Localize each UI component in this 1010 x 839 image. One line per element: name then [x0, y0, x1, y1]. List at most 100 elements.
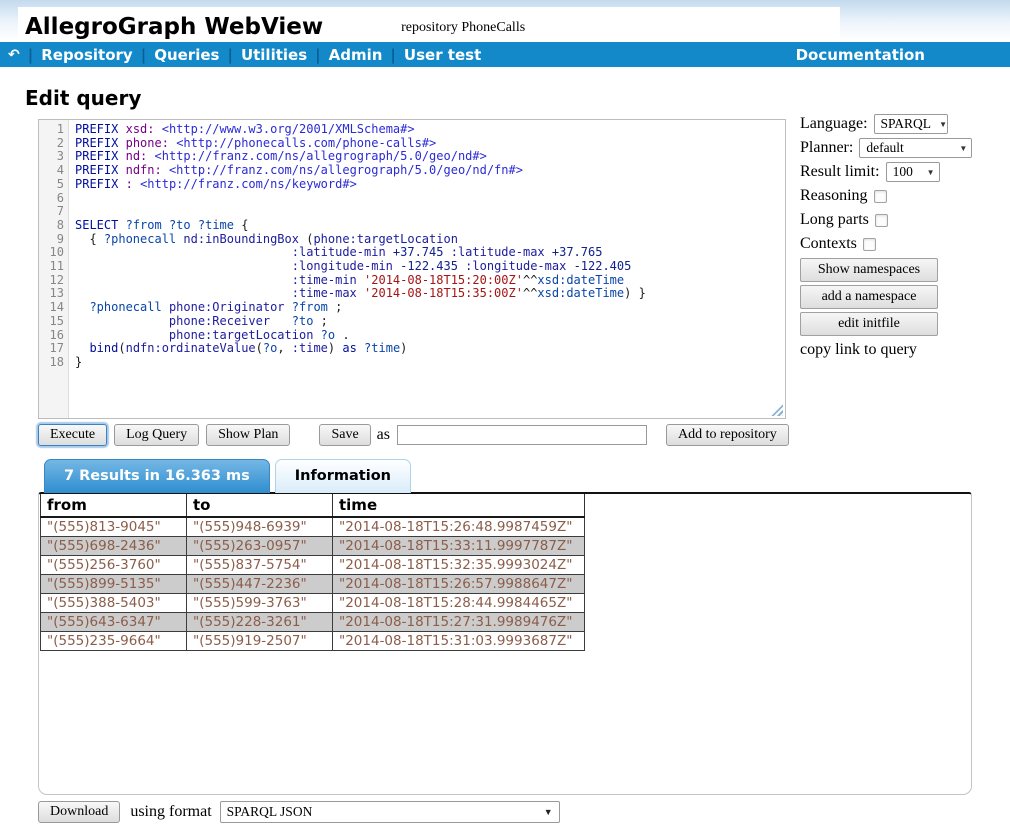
log-query-button[interactable]: Log Query [114, 424, 199, 446]
download-button[interactable]: Download [38, 801, 120, 823]
editor-code[interactable]: PREFIX xsd: <http://www.w3.org/2001/XMLS… [69, 120, 785, 418]
table-cell: "(555)899-5135" [41, 575, 187, 594]
line-number: 13 [39, 287, 64, 301]
table-cell: "(555)256-3760" [41, 556, 187, 575]
nav-separator: | [219, 46, 240, 64]
table-cell: "2014-08-18T15:33:11.9997787Z" [333, 537, 585, 556]
chevron-down-icon: ▼ [927, 168, 935, 177]
code-line: bind(ndfn:ordinateValue(?o, :time) as ?t… [75, 342, 785, 356]
add-to-repository-button[interactable]: Add to repository [666, 424, 789, 446]
using-format-label: using format [130, 803, 211, 821]
page-title: Edit query [25, 86, 1010, 110]
add-namespace-button[interactable]: add a namespace [800, 285, 938, 309]
execute-button[interactable]: Execute [38, 424, 107, 446]
app-header: AllegroGraph WebView repository PhoneCal… [0, 0, 1010, 42]
contexts-checkbox[interactable] [863, 238, 876, 251]
line-number: 7 [39, 205, 64, 219]
table-row: "(555)698-2436""(555)263-0957""2014-08-1… [41, 537, 585, 556]
save-name-input[interactable] [397, 425, 647, 445]
nav-items: |Repository|Queries|Utilities|Admin|User… [20, 46, 482, 64]
tab-results[interactable]: 7 Results in 16.363 ms [44, 459, 270, 493]
line-number: 10 [39, 246, 64, 260]
table-cell: "(555)388-5403" [41, 594, 187, 613]
nav-separator: | [382, 46, 403, 64]
contexts-label: Contexts [800, 235, 857, 253]
nav-item-user-test[interactable]: User test [404, 46, 481, 64]
table-cell: "2014-08-18T15:31:03.9993687Z" [333, 632, 585, 651]
long-parts-label: Long parts [800, 211, 869, 229]
title-strip: AllegroGraph WebView repository PhoneCal… [18, 7, 840, 42]
line-number: 11 [39, 260, 64, 274]
table-row: "(555)256-3760""(555)837-5754""2014-08-1… [41, 556, 585, 575]
result-limit-select[interactable]: 100 ▼ [886, 162, 940, 182]
table-cell: "2014-08-18T15:28:44.9984465Z" [333, 594, 585, 613]
table-cell: "2014-08-18T15:32:35.9993024Z" [333, 556, 585, 575]
table-cell: "(555)447-2236" [187, 575, 333, 594]
table-cell: "(555)235-9664" [41, 632, 187, 651]
code-line: { ?phonecall nd:inBoundingBox (phone:tar… [75, 233, 785, 247]
chevron-down-icon: ▼ [939, 120, 947, 129]
code-line: PREFIX ndfn: <http://franz.com/ns/allegr… [75, 164, 785, 178]
table-row: "(555)813-9045""(555)948-6939""2014-08-1… [41, 517, 585, 537]
code-line: :latitude-min +37.745 :latitude-max +37.… [75, 246, 785, 260]
line-number: 15 [39, 315, 64, 329]
reasoning-checkbox[interactable] [874, 190, 887, 203]
table-cell: "(555)599-3763" [187, 594, 333, 613]
code-line: PREFIX : <http://franz.com/ns/keyword#> [75, 178, 785, 192]
nav-item-queries[interactable]: Queries [154, 46, 219, 64]
line-number: 2 [39, 137, 64, 151]
tab-information[interactable]: Information [275, 459, 411, 493]
query-actions: Execute Log Query Show Plan Save as Add … [38, 424, 1010, 446]
table-cell: "(555)263-0957" [187, 537, 333, 556]
query-editor[interactable]: 123456789101112131415161718 PREFIX xsd: … [38, 119, 786, 419]
line-number: 3 [39, 150, 64, 164]
line-number: 18 [39, 356, 64, 370]
editor-line-numbers: 123456789101112131415161718 [39, 120, 69, 418]
table-row: "(555)235-9664""(555)919-2507""2014-08-1… [41, 632, 585, 651]
code-line [75, 205, 785, 219]
show-plan-button[interactable]: Show Plan [206, 424, 290, 446]
code-line: PREFIX xsd: <http://www.w3.org/2001/XMLS… [75, 123, 785, 137]
copy-link-to-query[interactable]: copy link to query [800, 341, 975, 359]
nav-item-admin[interactable]: Admin [329, 46, 383, 64]
format-select[interactable]: SPARQL JSON ▼ [220, 801, 560, 823]
table-cell: "2014-08-18T15:26:48.9987459Z" [333, 517, 585, 537]
code-line: :time-min '2014-08-18T15:20:00Z'^^xsd:da… [75, 274, 785, 288]
code-line: ?phonecall phone:Originator ?from ; [75, 301, 785, 315]
table-row: "(555)643-6347""(555)228-3261""2014-08-1… [41, 613, 585, 632]
results-panel: fromtotime "(555)813-9045""(555)948-6939… [38, 492, 972, 795]
edit-initfile-button[interactable]: edit initfile [800, 312, 938, 336]
code-line: phone:targetLocation ?o . [75, 329, 785, 343]
table-cell: "2014-08-18T15:26:57.9988647Z" [333, 575, 585, 594]
table-cell: "(555)228-3261" [187, 613, 333, 632]
table-row: "(555)899-5135""(555)447-2236""2014-08-1… [41, 575, 585, 594]
table-row: "(555)388-5403""(555)599-3763""2014-08-1… [41, 594, 585, 613]
code-line: phone:Receiver ?to ; [75, 315, 785, 329]
table-cell: "2014-08-18T15:27:31.9989476Z" [333, 613, 585, 632]
code-line: PREFIX nd: <http://franz.com/ns/allegrog… [75, 150, 785, 164]
nav-separator: | [20, 46, 41, 64]
table-cell: "(555)948-6939" [187, 517, 333, 537]
nav-separator: | [133, 46, 154, 64]
results-tabs: 7 Results in 16.363 msInformation [44, 459, 1010, 493]
show-namespaces-button[interactable]: Show namespaces [800, 258, 938, 282]
line-number: 9 [39, 233, 64, 247]
nav-item-documentation[interactable]: Documentation [796, 46, 925, 64]
reasoning-label: Reasoning [800, 187, 868, 205]
results-table-body: "(555)813-9045""(555)948-6939""2014-08-1… [41, 517, 585, 651]
language-select[interactable]: SPARQL ▼ [874, 114, 948, 134]
table-cell: "(555)643-6347" [41, 613, 187, 632]
long-parts-checkbox[interactable] [875, 214, 888, 227]
column-header-to: to [187, 494, 333, 517]
code-line [75, 192, 785, 206]
nav-bar: ↶ |Repository|Queries|Utilities|Admin|Us… [0, 42, 1010, 67]
line-number: 5 [39, 178, 64, 192]
code-line: :longitude-min -122.435 :longitude-max -… [75, 260, 785, 274]
save-button[interactable]: Save [319, 424, 370, 446]
planner-select[interactable]: default ▼ [859, 138, 972, 158]
line-number: 17 [39, 342, 64, 356]
nav-item-repository[interactable]: Repository [41, 46, 133, 64]
back-arrow-icon[interactable]: ↶ [8, 48, 20, 62]
column-header-from: from [41, 494, 187, 517]
nav-item-utilities[interactable]: Utilities [241, 46, 307, 64]
